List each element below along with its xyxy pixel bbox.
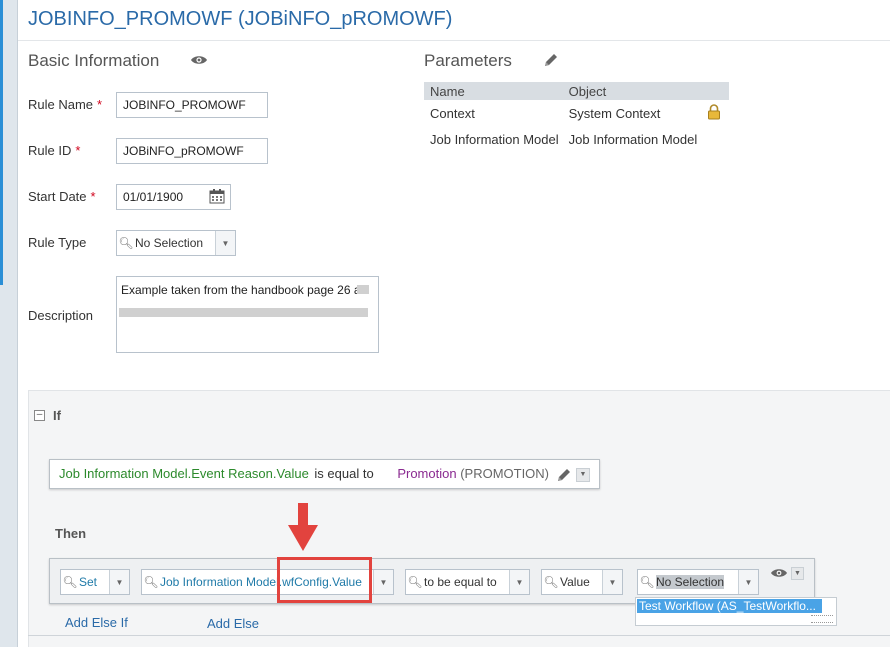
operator-select[interactable]: 🔍︎ to be equal to ▼ bbox=[405, 569, 530, 595]
chevron-down-icon[interactable]: ▼ bbox=[509, 570, 529, 594]
param-object: Job Information Model bbox=[568, 131, 698, 147]
description-label: Description bbox=[28, 308, 94, 323]
blurred-text bbox=[119, 308, 368, 317]
description-textarea[interactable]: Example taken from the handbook page 26 … bbox=[116, 276, 379, 353]
value-type-value: Value bbox=[560, 575, 590, 589]
condition-field[interactable]: Job Information Model.Event Reason.Value bbox=[59, 466, 309, 481]
value-value: No Selection bbox=[656, 575, 738, 589]
chevron-down-icon[interactable]: ▼ bbox=[738, 570, 758, 594]
nav-accent bbox=[0, 0, 3, 285]
rule-name-input[interactable]: JOBINFO_PROMOWF bbox=[116, 92, 268, 118]
search-icon: 🔍︎ bbox=[118, 236, 134, 250]
table-row: Context System Context bbox=[424, 100, 729, 126]
calendar-icon[interactable] bbox=[209, 188, 225, 207]
rule-type-select[interactable]: 🔍︎ No Selection ▼ bbox=[116, 230, 236, 256]
left-nav-strip bbox=[0, 0, 18, 647]
condition-value-code: (PROMOTION) bbox=[460, 466, 550, 481]
page-title: JOBINFO_PROMOWF (JOBiNFO_pROMOWF) bbox=[28, 8, 453, 30]
chevron-down-icon[interactable]: ▼ bbox=[602, 570, 622, 594]
eye-icon[interactable] bbox=[190, 53, 208, 70]
add-else-link[interactable]: Add Else bbox=[207, 616, 259, 631]
chevron-down-icon[interactable]: ▼ bbox=[109, 570, 129, 594]
title-divider bbox=[18, 40, 890, 41]
footer-divider bbox=[28, 635, 890, 636]
rule-id-input[interactable]: JOBiNFO_pROMOWF bbox=[116, 138, 268, 164]
arrow-down-icon bbox=[288, 503, 318, 556]
param-object: System Context bbox=[565, 100, 729, 126]
search-icon: 🔍︎ bbox=[639, 575, 655, 589]
param-name: Context bbox=[430, 105, 475, 121]
value-dropdown-list: Test Workflow (AS_TestWorkflo... bbox=[635, 597, 837, 626]
if-condition-box[interactable]: Job Information Model.Event Reason.Value… bbox=[49, 459, 600, 489]
highlight-box bbox=[277, 557, 372, 603]
rule-type-label: Rule Type bbox=[28, 235, 87, 250]
pencil-icon[interactable] bbox=[543, 52, 559, 71]
parameters-header-row: Name Object bbox=[424, 82, 729, 100]
condition-operator[interactable]: is equal to bbox=[314, 466, 373, 481]
collapse-icon[interactable]: – bbox=[34, 410, 45, 421]
search-icon: 🔍︎ bbox=[407, 575, 423, 589]
pencil-icon[interactable] bbox=[556, 467, 572, 486]
dropdown-option[interactable]: Test Workflow (AS_TestWorkflo... bbox=[637, 599, 822, 613]
action-select[interactable]: 🔍︎ Set ▼ bbox=[60, 569, 130, 595]
chevron-down-icon[interactable]: ▼ bbox=[373, 570, 393, 594]
resize-handle-icon[interactable] bbox=[811, 615, 833, 623]
search-icon: 🔍︎ bbox=[62, 575, 78, 589]
chevron-down-icon[interactable]: ▼ bbox=[576, 468, 590, 482]
blurred-text bbox=[357, 285, 369, 294]
search-icon: 🔍︎ bbox=[143, 575, 159, 589]
search-icon: 🔍︎ bbox=[543, 575, 559, 589]
rule-id-label: Rule ID * bbox=[28, 143, 81, 158]
lock-icon bbox=[707, 104, 721, 123]
basic-info-title: Basic Information bbox=[28, 51, 160, 70]
if-label: If bbox=[53, 408, 61, 423]
param-object-text: System Context bbox=[568, 105, 661, 121]
parameters-table: Name Object Context System Context Job I… bbox=[424, 82, 729, 152]
start-date-label: Start Date * bbox=[28, 189, 96, 204]
value-selected-text: No Selection bbox=[656, 575, 725, 589]
rule-type-value: No Selection bbox=[135, 236, 204, 250]
eye-icon[interactable] bbox=[770, 567, 788, 582]
chevron-down-icon[interactable]: ▼ bbox=[791, 567, 804, 580]
parameters-title: Parameters bbox=[424, 51, 512, 70]
value-type-select[interactable]: 🔍︎ Value ▼ bbox=[541, 569, 623, 595]
action-value: Set bbox=[79, 575, 98, 589]
table-row: Job Information Model Job Information Mo… bbox=[424, 126, 729, 152]
then-label: Then bbox=[55, 526, 87, 541]
column-header: Object bbox=[568, 83, 607, 99]
column-header: Name bbox=[430, 83, 465, 99]
value-select[interactable]: 🔍︎ No Selection ▼ bbox=[637, 569, 759, 595]
rule-name-label: Rule Name * bbox=[28, 97, 103, 112]
operator-value: to be equal to bbox=[424, 575, 497, 589]
param-name: Job Information Model bbox=[430, 131, 559, 147]
description-text: Example taken from the handbook page 26 … bbox=[121, 283, 361, 297]
add-else-if-link[interactable]: Add Else If bbox=[65, 615, 128, 630]
condition-text: Job Information Model.Event Reason.Value… bbox=[59, 466, 549, 481]
condition-value[interactable]: Promotion bbox=[397, 466, 456, 481]
chevron-down-icon[interactable]: ▼ bbox=[215, 231, 235, 255]
